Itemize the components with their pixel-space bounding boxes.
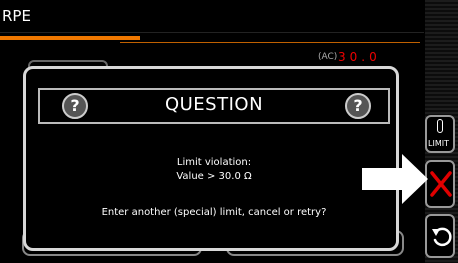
limit-button-label: LIMIT xyxy=(428,139,449,148)
limit-button[interactable]: LIMIT xyxy=(425,115,455,153)
pointer-arrow-icon xyxy=(362,154,428,204)
screen: RPE R (AC) 30.0 LIMIT ? ? QUESTION Limit… xyxy=(0,0,458,263)
limit-icon xyxy=(437,119,443,133)
reading-value: 30.0 xyxy=(338,50,381,64)
accent-divider xyxy=(120,42,420,43)
retry-button[interactable] xyxy=(425,214,455,258)
reading-mode-label: (AC) xyxy=(318,52,338,62)
close-icon xyxy=(430,171,452,197)
progress-accent-line xyxy=(0,36,140,40)
retry-icon xyxy=(432,227,452,247)
cancel-button[interactable] xyxy=(425,160,455,208)
page-title: RPE xyxy=(2,7,31,25)
dialog-message-line3: Enter another (special) limit, cancel or… xyxy=(101,207,327,218)
dialog-message-line1: Limit violation: xyxy=(176,157,252,168)
dialog-message-line2: Value > 30.0 Ω xyxy=(176,171,252,182)
title-bar: RPE xyxy=(0,0,424,33)
dialog-title: QUESTION xyxy=(164,94,264,115)
